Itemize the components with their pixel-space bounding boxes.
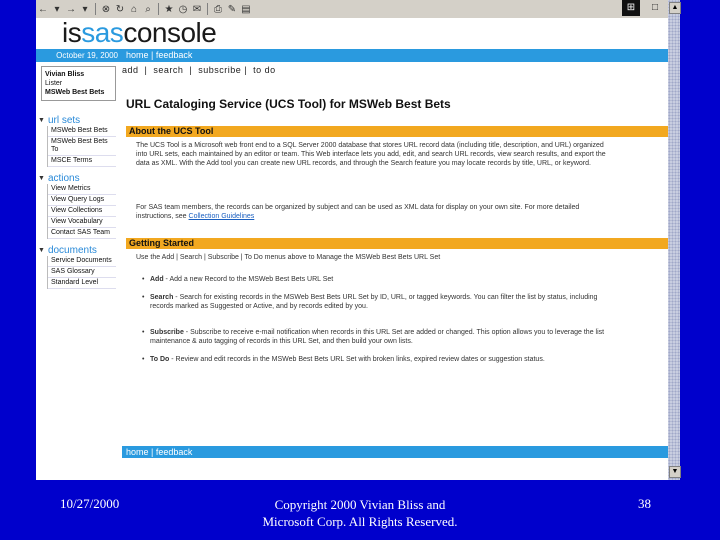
feedback-link[interactable]: feedback xyxy=(156,447,193,457)
bottom-nav: home | feedback xyxy=(122,446,668,458)
refresh-icon[interactable]: ↻ xyxy=(115,4,125,15)
home-icon[interactable]: ⌂ xyxy=(129,4,139,15)
user-name: Vivian Bliss xyxy=(45,71,85,78)
user-box: Vivian Bliss Lister MSWeb Best Bets xyxy=(41,66,116,101)
print-icon[interactable]: ⎙ xyxy=(213,4,223,15)
toolbar-separator xyxy=(95,3,96,15)
vertical-scrollbar[interactable]: ▲ ▼ xyxy=(668,0,681,480)
sidebar-item[interactable]: SAS Glossary xyxy=(48,267,116,278)
forward-icon[interactable]: → xyxy=(66,4,76,15)
list-item: Add - Add a new Record to the MSWeb Best… xyxy=(142,275,606,284)
toolbar-separator xyxy=(207,3,208,15)
collection-guidelines-link[interactable]: Collection Guidelines xyxy=(189,213,255,220)
dropdown-icon[interactable]: ▾ xyxy=(80,4,90,15)
issas-console-logo: issasconsole xyxy=(62,18,217,48)
expand-arrow-icon: ▼ xyxy=(38,175,45,182)
edit-icon[interactable]: ✎ xyxy=(227,4,237,15)
back-icon[interactable]: ← xyxy=(38,4,48,15)
date-label: October 19, 2000 xyxy=(36,49,122,62)
getting-started-header: Getting Started xyxy=(126,238,668,249)
section-url-sets[interactable]: ▼ url sets xyxy=(38,115,116,126)
current-url-set[interactable]: MSWeb Best Bets xyxy=(45,88,113,97)
home-link[interactable]: home xyxy=(126,447,149,457)
browser-toolbar: ← ▾ → ▾ ⊗ ↻ ⌂ ⌕ ★ ◷ ✉ ⎙ ✎ ▤ xyxy=(36,0,668,19)
sidebar-item[interactable]: View Query Logs xyxy=(48,195,116,206)
sidebar-item[interactable]: MSWeb Best Bets To xyxy=(48,137,116,156)
about-paragraph-2: For SAS team members, the records can be… xyxy=(136,204,580,220)
stop-icon[interactable]: ⊗ xyxy=(101,4,111,15)
history-icon[interactable]: ◷ xyxy=(178,4,188,15)
slide-copyright: Copyright 2000 Vivian Bliss and Microsof… xyxy=(262,497,458,529)
sidebar-item[interactable]: View Vocabulary xyxy=(48,217,116,228)
window-controls[interactable]: □ xyxy=(644,0,666,16)
page-title: URL Cataloging Service (UCS Tool) for MS… xyxy=(126,97,451,111)
list-item: Search - Search for existing records in … xyxy=(142,293,606,311)
discuss-icon[interactable]: ▤ xyxy=(241,4,251,15)
slide-date: 10/27/2000 xyxy=(60,496,120,511)
add-link[interactable]: add xyxy=(122,65,139,75)
todo-link[interactable]: to do xyxy=(253,65,276,75)
section-actions[interactable]: ▼ actions xyxy=(38,173,116,184)
sidebar-item[interactable]: MSWeb Best Bets xyxy=(48,126,116,137)
sidebar-item[interactable]: Service Documents xyxy=(48,256,116,267)
about-section-header: About the UCS Tool xyxy=(126,126,668,137)
sidebar-item[interactable]: MSCE Terms xyxy=(48,156,116,167)
feedback-link[interactable]: feedback xyxy=(156,50,193,60)
user-role: Lister xyxy=(45,80,63,87)
getting-started-intro: Use the Add | Search | Subscribe | To Do… xyxy=(136,254,441,261)
dropdown-icon[interactable]: ▾ xyxy=(52,4,62,15)
expand-arrow-icon: ▼ xyxy=(38,117,45,124)
sidebar-item[interactable]: View Metrics xyxy=(48,184,116,195)
subscribe-link[interactable]: subscribe xyxy=(198,65,241,75)
list-item: To Do - Review and edit records in the M… xyxy=(142,355,606,364)
about-paragraph: The UCS Tool is a Microsoft web front en… xyxy=(136,142,606,167)
expand-arrow-icon: ▼ xyxy=(38,247,45,254)
sidebar: Vivian Bliss Lister MSWeb Best Bets ▼ url… xyxy=(38,66,116,289)
mail-icon[interactable]: ✉ xyxy=(192,4,202,15)
toolbar-separator xyxy=(158,3,159,15)
search-icon[interactable]: ⌕ xyxy=(143,4,153,15)
sidebar-item[interactable]: View Collections xyxy=(48,206,116,217)
list-item: Subscribe - Subscribe to receive e-mail … xyxy=(142,328,606,346)
sidebar-item[interactable]: Standard Level xyxy=(48,278,116,289)
sub-nav: add | search | subscribe | to do xyxy=(122,65,276,75)
favorites-icon[interactable]: ★ xyxy=(164,4,174,15)
section-documents[interactable]: ▼ documents xyxy=(38,245,116,256)
web-page: issasconsole October 19, 2000 home | fee… xyxy=(36,18,668,480)
top-nav: home | feedback xyxy=(122,49,668,62)
windows-logo-icon: ⊞ xyxy=(622,0,640,16)
sidebar-item[interactable]: Contact SAS Team xyxy=(48,228,116,239)
search-link[interactable]: search xyxy=(153,65,183,75)
scroll-up-arrow-icon[interactable]: ▲ xyxy=(669,2,681,14)
home-link[interactable]: home xyxy=(126,50,149,60)
scroll-down-arrow-icon[interactable]: ▼ xyxy=(669,466,681,478)
slide-page-number: 38 xyxy=(638,496,651,511)
